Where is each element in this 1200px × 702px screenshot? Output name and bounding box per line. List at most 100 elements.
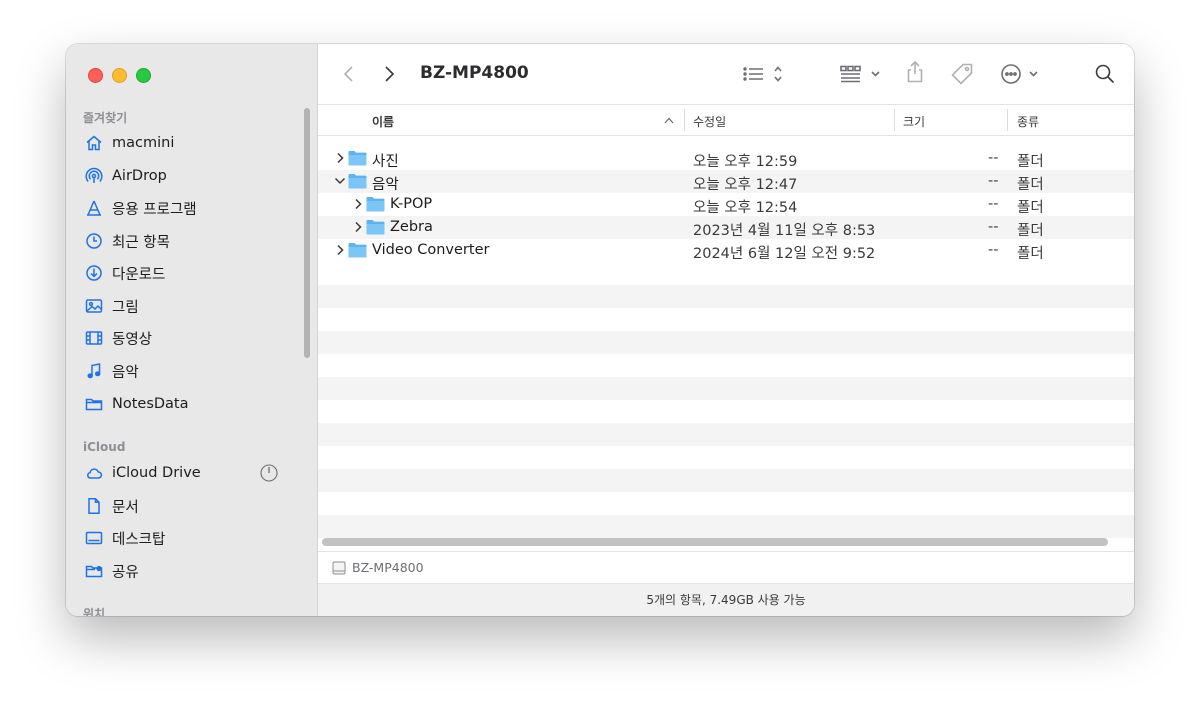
ellipsis-circle-icon (1001, 64, 1038, 84)
sidebar-item-label: 데스크탑 (112, 531, 166, 548)
locations-section-title: 위치 (83, 607, 106, 616)
sidebar-item-desktop[interactable]: 데스크탑 (84, 525, 284, 551)
column-size[interactable]: 크기 (903, 113, 925, 130)
sidebar-item-notesdata[interactable]: NotesData (84, 391, 284, 417)
sidebar-item-label: 문서 (112, 499, 139, 516)
window-controls (88, 68, 151, 83)
search-icon (1095, 64, 1115, 84)
finder-window: 즐겨찾기 macmini AirDrop 응용 프로그램 최근 항목 다운로드 … (66, 44, 1134, 616)
disclosure-chevron-icon[interactable] (352, 197, 364, 211)
column-divider[interactable] (684, 109, 685, 131)
icloud-progress-icon[interactable] (260, 464, 278, 482)
cloud-icon (84, 463, 104, 483)
zoom-window-button[interactable] (136, 68, 151, 83)
view-mode-button[interactable] (742, 62, 790, 86)
row-name: K-POP (390, 196, 433, 212)
disclosure-chevron-icon[interactable] (334, 243, 346, 257)
column-header: 이름 수정일 크기 종류 (318, 105, 1134, 136)
forward-button[interactable] (382, 62, 396, 86)
column-divider[interactable] (1007, 109, 1008, 131)
table-row[interactable]: 사진 오늘 오후 12:59 -- 폴더 (318, 147, 1134, 170)
back-button[interactable] (342, 62, 356, 86)
row-size: -- (988, 219, 999, 235)
empty-row (318, 354, 1134, 377)
row-size: -- (988, 150, 999, 166)
sidebar-item-recents[interactable]: 최근 항목 (84, 228, 284, 254)
row-kind: 폴더 (1017, 246, 1044, 262)
shared-folder-icon (84, 561, 104, 581)
status-text: 5개의 항목, 7.49GB 사용 가능 (646, 593, 806, 607)
empty-row (318, 377, 1134, 400)
music-icon (84, 361, 104, 381)
sidebar-item-pictures[interactable]: 그림 (84, 293, 284, 319)
minimize-window-button[interactable] (112, 68, 127, 83)
folder-icon (366, 220, 385, 235)
disk-icon (332, 561, 346, 575)
row-kind: 폴더 (1017, 223, 1044, 239)
sidebar-item-label: macmini (112, 135, 175, 151)
sidebar-item-label: 다운로드 (112, 266, 166, 283)
group-grid-icon (840, 65, 880, 83)
column-divider[interactable] (894, 109, 895, 131)
empty-row (318, 423, 1134, 446)
folder-icon (348, 151, 367, 166)
sidebar-item-airdrop[interactable]: AirDrop (84, 163, 284, 189)
home-icon (84, 133, 104, 153)
share-icon (907, 60, 923, 83)
row-size: -- (988, 242, 999, 258)
tag-button[interactable] (950, 62, 974, 86)
table-row[interactable]: 음악 오늘 오후 12:47 -- 폴더 (318, 170, 1134, 193)
table-row[interactable]: Zebra 2023년 4월 11일 오후 8:53 -- 폴더 (318, 216, 1134, 239)
empty-row (318, 285, 1134, 308)
file-list: 이름 수정일 크기 종류 사진 오늘 오후 12:59 -- 폴더 음악 오늘 … (318, 105, 1134, 546)
sidebar-item-icloud-drive[interactable]: iCloud Drive (84, 460, 284, 486)
search-button[interactable] (1094, 62, 1116, 86)
photo-icon (84, 296, 104, 316)
clock-icon (84, 231, 104, 251)
disclosure-chevron-icon[interactable] (352, 220, 364, 234)
sidebar-item-documents[interactable]: 문서 (84, 493, 284, 519)
horizontal-scrollbar[interactable] (322, 538, 1108, 546)
row-date: 2023년 4월 11일 오후 8:53 (693, 223, 876, 239)
row-kind: 폴더 (1017, 200, 1044, 216)
row-date: 오늘 오후 12:54 (693, 200, 798, 216)
row-kind: 폴더 (1017, 154, 1044, 170)
sidebar-item-downloads[interactable]: 다운로드 (84, 260, 284, 286)
tag-icon (951, 63, 973, 85)
row-size: -- (988, 196, 999, 212)
window-title: BZ-MP4800 (420, 63, 529, 83)
sidebar-scrollbar[interactable] (304, 108, 310, 358)
document-icon (84, 496, 104, 516)
row-name: 사진 (372, 154, 399, 170)
sidebar-item-applications[interactable]: 응용 프로그램 (84, 195, 284, 221)
sidebar-item-macmini[interactable]: macmini (84, 130, 284, 156)
empty-row (318, 331, 1134, 354)
sidebar: 즐겨찾기 macmini AirDrop 응용 프로그램 최근 항목 다운로드 … (66, 44, 318, 616)
chevron-left-icon (343, 66, 353, 82)
path-item-disk[interactable]: BZ-MP4800 (352, 560, 424, 575)
row-size: -- (988, 173, 999, 189)
table-row[interactable]: K-POP 오늘 오후 12:54 -- 폴더 (318, 193, 1134, 216)
group-button[interactable] (839, 62, 883, 86)
disclosure-chevron-expanded-icon[interactable] (334, 174, 346, 188)
sidebar-item-shared[interactable]: 공유 (84, 558, 284, 584)
close-window-button[interactable] (88, 68, 103, 83)
row-name: Video Converter (372, 242, 490, 258)
sidebar-item-label: 동영상 (112, 331, 153, 348)
sidebar-item-label: NotesData (112, 396, 189, 412)
icloud-section-title: iCloud (83, 440, 126, 454)
airdrop-icon (84, 166, 104, 186)
table-row[interactable]: Video Converter 2024년 6월 12일 오전 9:52 -- … (318, 239, 1134, 262)
sidebar-item-music[interactable]: 음악 (84, 358, 284, 384)
sidebar-item-movies[interactable]: 동영상 (84, 325, 284, 351)
share-button[interactable] (905, 60, 925, 84)
favorites-section-title: 즐겨찾기 (83, 111, 128, 125)
column-kind[interactable]: 종류 (1017, 113, 1039, 130)
column-modified[interactable]: 수정일 (693, 113, 726, 130)
more-actions-button[interactable] (1000, 62, 1042, 86)
sort-ascending-icon[interactable] (664, 116, 674, 124)
folder-icon (366, 197, 385, 212)
column-name[interactable]: 이름 (372, 113, 394, 130)
path-bar: BZ-MP4800 (318, 551, 1134, 584)
disclosure-chevron-icon[interactable] (334, 151, 346, 165)
